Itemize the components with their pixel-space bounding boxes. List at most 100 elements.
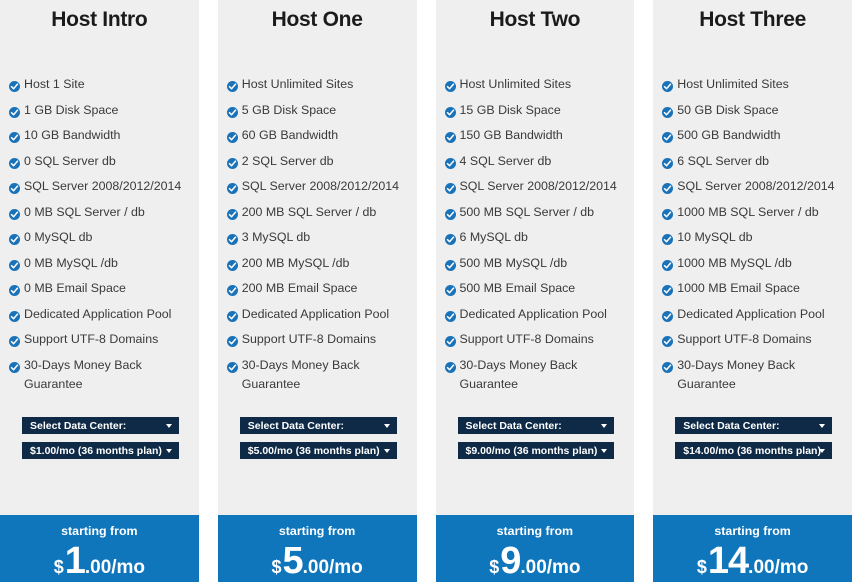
feature-item: SQL Server 2008/2012/2014	[653, 177, 852, 203]
price-minor: .00/mo	[748, 557, 809, 578]
feature-text: 2 SQL Server db	[241, 153, 334, 168]
feature-text: 500 MB SQL Server / db	[459, 204, 595, 219]
currency-symbol: $	[489, 557, 500, 577]
billing-plan-select-value: $9.00/mo (36 months plan)	[465, 445, 598, 457]
check-circle-icon	[444, 258, 456, 271]
feature-item: SQL Server 2008/2012/2014	[0, 177, 199, 203]
feature-item: 10 GB Bandwidth	[0, 126, 199, 152]
feature-text: 150 GB Bandwidth	[459, 128, 563, 142]
feature-item: 3 MySQL db	[218, 228, 417, 254]
feature-item: 500 MB MySQL /db	[436, 254, 635, 280]
check-circle-icon	[444, 79, 456, 92]
feature-item: 200 MB MySQL /db	[218, 254, 417, 280]
check-circle-icon	[662, 130, 674, 143]
price-minor: .00/mo	[84, 557, 146, 578]
plan-selects: Select Data Center: $1.00/mo (36 months …	[0, 417, 199, 459]
feature-item: 1000 MB SQL Server / db	[653, 203, 852, 229]
plan-title: Host Intro	[51, 8, 148, 31]
feature-text: 10 GB Bandwidth	[24, 128, 121, 142]
plan-price-footer[interactable]: starting from $ 5 .00/mo	[217, 515, 417, 582]
plan-price-footer[interactable]: starting from $ 14 .00/mo	[653, 515, 852, 582]
caret-down-icon	[165, 423, 172, 428]
feature-item: 60 GB Bandwidth	[218, 126, 417, 152]
feature-item: 1000 MB MySQL /db	[653, 254, 852, 280]
feature-item: Support UTF-8 Domains	[436, 330, 635, 356]
check-circle-icon	[226, 360, 238, 373]
billing-plan-select[interactable]: $1.00/mo (36 months plan)	[22, 442, 179, 459]
check-circle-icon	[9, 181, 20, 194]
feature-list: Host Unlimited Sites 15 GB Disk Space 150 …	[436, 33, 635, 400]
check-circle-icon	[662, 334, 674, 347]
price-major: 5	[282, 540, 303, 582]
feature-text: 3 MySQL db	[241, 230, 311, 244]
check-circle-icon	[226, 181, 238, 194]
plan-selects: Select Data Center: $5.00/mo (36 months …	[218, 417, 417, 459]
feature-list: Host Unlimited Sites 50 GB Disk Space 500 …	[653, 33, 852, 400]
billing-plan-select-value: $5.00/mo (36 months plan)	[247, 445, 380, 457]
check-circle-icon	[9, 360, 20, 373]
check-circle-icon	[226, 258, 238, 271]
feature-text: 5 GB Disk Space	[241, 102, 337, 117]
feature-text: Support UTF-8 Domains	[677, 332, 812, 346]
check-circle-icon	[9, 258, 20, 271]
check-circle-icon	[9, 156, 20, 169]
feature-text: SQL Server 2008/2012/2014	[459, 179, 617, 193]
feature-item: 6 MySQL db	[436, 228, 635, 254]
price-line: $ 14 .00/mo	[653, 542, 852, 580]
check-circle-icon	[662, 181, 674, 194]
feature-text: 50 GB Disk Space	[677, 102, 779, 117]
feature-item: Dedicated Application Pool	[0, 305, 199, 331]
plan-price-footer[interactable]: starting from $ 1 .00/mo	[0, 515, 199, 582]
check-circle-icon	[444, 181, 456, 194]
check-circle-icon	[226, 283, 238, 296]
check-circle-icon	[9, 79, 20, 92]
data-center-select[interactable]: Select Data Center:	[675, 417, 832, 434]
feature-text: Dedicated Application Pool	[241, 306, 390, 321]
feature-item: 15 GB Disk Space	[436, 101, 635, 127]
feature-item: Support UTF-8 Domains	[653, 330, 852, 356]
data-center-select[interactable]: Select Data Center:	[239, 417, 397, 434]
feature-item: 0 MB Email Space	[0, 279, 199, 305]
plan-title: Host Two	[489, 8, 581, 31]
feature-text: 0 MB MySQL /db	[24, 255, 118, 270]
check-circle-icon	[662, 360, 674, 373]
feature-item: Dedicated Application Pool	[653, 305, 852, 331]
price-minor: .00/mo	[302, 557, 363, 578]
data-center-select[interactable]: Select Data Center:	[457, 417, 615, 434]
pricing-plans-container: Host Intro Host 1 Site 1 GB Disk Space 10 …	[0, 0, 852, 582]
plan-price-footer[interactable]: starting from $ 9 .00/mo	[435, 515, 635, 582]
plan-body: Host Intro Host 1 Site 1 GB Disk Space 10 …	[0, 0, 199, 515]
check-circle-icon	[662, 309, 674, 322]
billing-plan-select-value: $1.00/mo (36 months plan)	[30, 445, 162, 457]
billing-plan-select[interactable]: $14.00/mo (36 months plan)	[675, 442, 832, 459]
check-circle-icon	[444, 207, 456, 220]
feature-item: 200 MB Email Space	[218, 279, 417, 305]
check-circle-icon	[9, 207, 20, 220]
feature-text: 30-Days Money Back Guarantee	[459, 357, 578, 391]
feature-text: 200 MB Email Space	[241, 281, 358, 295]
feature-text: SQL Server 2008/2012/2014	[24, 179, 182, 193]
feature-text: 200 MB MySQL /db	[241, 255, 350, 270]
feature-text: 6 MySQL db	[459, 230, 528, 244]
feature-text: Dedicated Application Pool	[459, 306, 607, 321]
feature-text: SQL Server 2008/2012/2014	[677, 179, 835, 193]
plan-selects: Select Data Center: $9.00/mo (36 months …	[436, 417, 635, 459]
check-circle-icon	[444, 360, 456, 373]
plan-title: Host One	[271, 8, 363, 31]
check-circle-icon	[226, 130, 238, 143]
check-circle-icon	[662, 232, 674, 245]
data-center-select[interactable]: Select Data Center:	[22, 417, 179, 434]
feature-item: 500 MB Email Space	[436, 279, 635, 305]
check-circle-icon	[226, 156, 238, 169]
feature-text: 0 SQL Server db	[24, 153, 116, 168]
billing-plan-select[interactable]: $5.00/mo (36 months plan)	[239, 442, 397, 459]
billing-plan-select[interactable]: $9.00/mo (36 months plan)	[457, 442, 615, 459]
feature-list: Host Unlimited Sites 5 GB Disk Space 60 GB…	[218, 33, 417, 400]
check-circle-icon	[9, 232, 20, 245]
feature-item: Host Unlimited Sites	[436, 75, 635, 101]
feature-text: Host Unlimited Sites	[241, 77, 354, 91]
check-circle-icon	[662, 79, 674, 92]
caret-down-icon	[383, 423, 390, 428]
